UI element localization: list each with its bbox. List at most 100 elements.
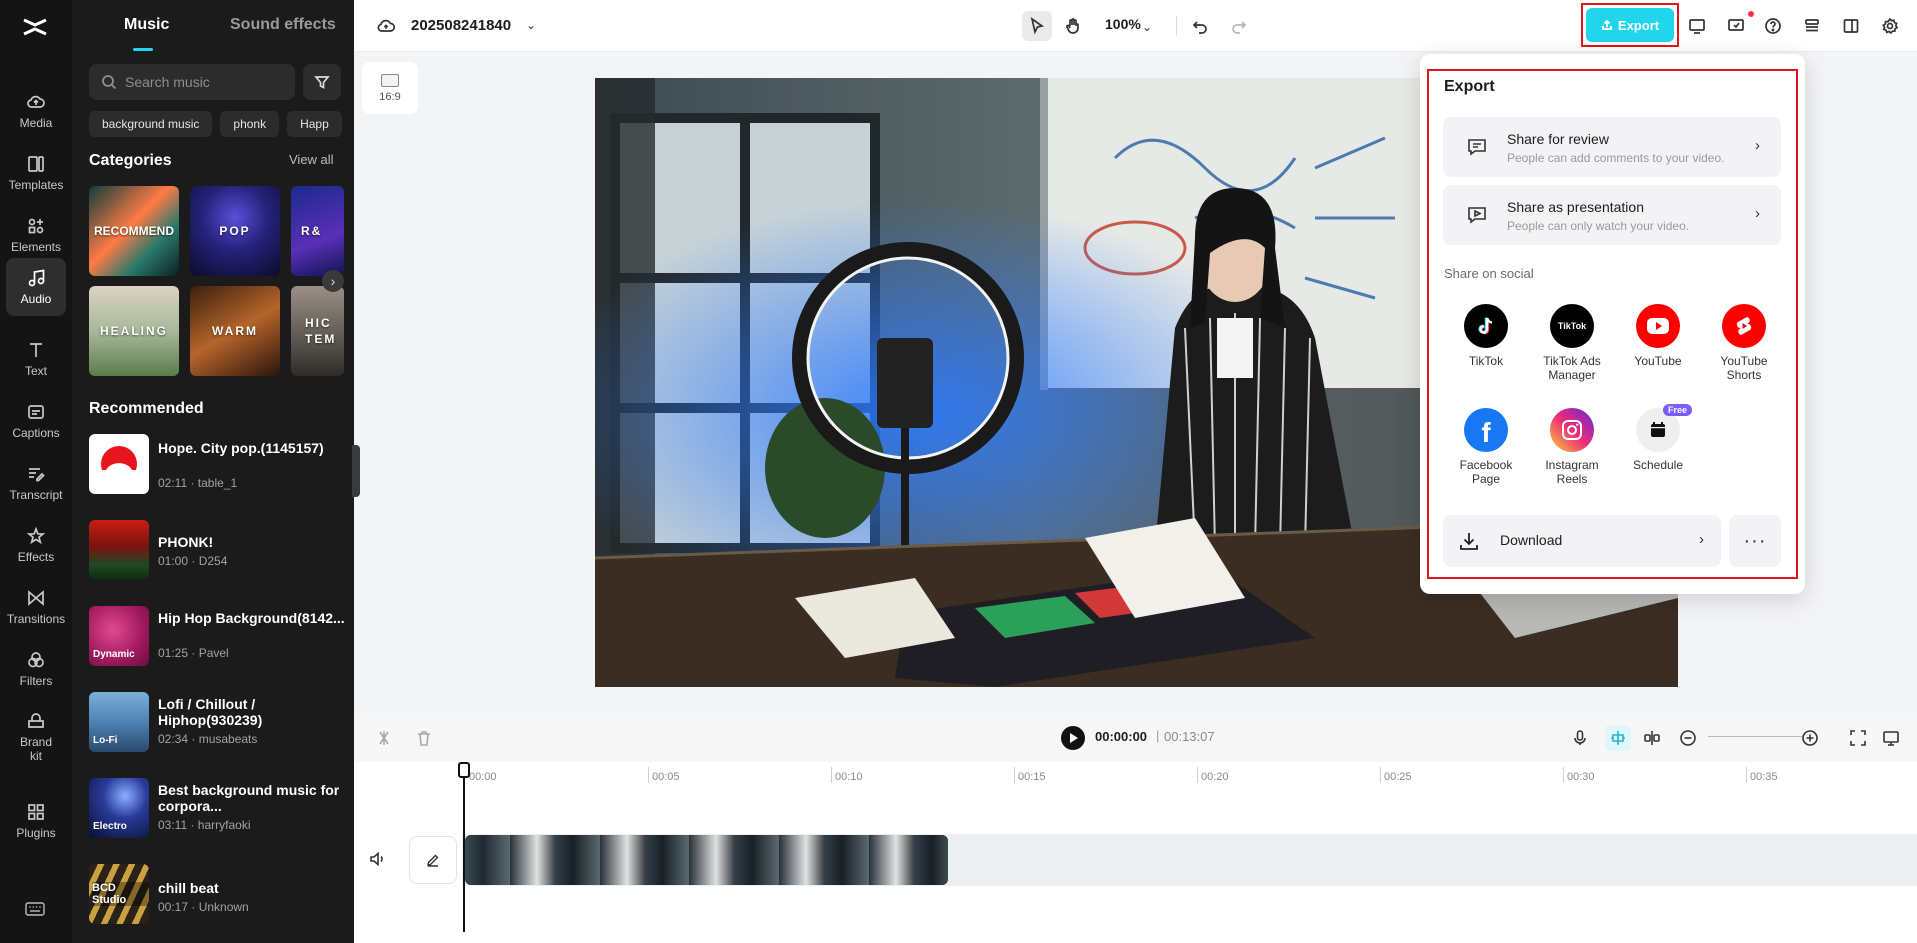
chevron-down-icon[interactable]: ⌄	[526, 18, 536, 32]
delete-button[interactable]	[413, 727, 435, 749]
feedback-button[interactable]	[1880, 727, 1902, 749]
aspect-ratio-button[interactable]: 16:9	[362, 62, 418, 114]
ruler-tick	[1746, 767, 1747, 783]
plugins-icon	[28, 804, 44, 820]
chip-background-music[interactable]: background music	[89, 111, 213, 137]
share-for-review-button[interactable]: Share for review People can add comments…	[1443, 117, 1781, 177]
track-item[interactable]: PHONK! 01:00 · D254	[89, 520, 349, 582]
ruler-tick	[648, 767, 649, 783]
category-warm[interactable]: WARM	[190, 286, 280, 376]
ruler-tick-label: 00:20	[1201, 771, 1229, 783]
zoom-out-button[interactable]	[1677, 727, 1699, 749]
more-options-button[interactable]: ···	[1729, 515, 1781, 567]
track-item[interactable]: Lo-Fi Lofi / Chillout / Hiphop(930239) 0…	[89, 692, 349, 754]
category-high-tempo[interactable]: HIC TEM	[291, 286, 344, 376]
category-healing[interactable]: HEALING	[89, 286, 179, 376]
share-youtube-button[interactable]: YouTube	[1618, 304, 1698, 368]
rail-item-transitions[interactable]: Transitions	[6, 578, 66, 636]
fullscreen-button[interactable]	[1847, 727, 1869, 749]
rail-item-label: Filters	[19, 674, 53, 688]
ruler-tick-label: 00:05	[652, 771, 680, 783]
layout-toggle-button[interactable]	[1839, 14, 1863, 38]
chip-phonk[interactable]: phonk	[220, 111, 280, 137]
track-item[interactable]: Electro Best background music for corpor…	[89, 778, 349, 840]
preview-device-button[interactable]	[1685, 14, 1709, 38]
filter-icon	[314, 76, 330, 89]
share-tiktok-ads-manager-button[interactable]: TikTok TikTok Ads Manager	[1532, 304, 1612, 382]
settings-button[interactable]	[1878, 14, 1902, 38]
hand-tool-button[interactable]	[1061, 14, 1085, 38]
undo-icon	[1192, 21, 1207, 34]
download-button[interactable]: Download ›	[1443, 515, 1721, 567]
comment-icon	[1468, 139, 1486, 156]
chip-happy[interactable]: Happ	[287, 111, 342, 137]
zoom-level[interactable]: 100%	[1105, 16, 1141, 32]
timeline-zoom-slider[interactable]	[1708, 736, 1802, 737]
share-facebook-page-button[interactable]: f Facebook Page	[1446, 408, 1526, 486]
record-voice-button[interactable]	[1569, 727, 1591, 749]
track-meta: 01:00 · D254	[158, 554, 228, 568]
project-name[interactable]: 202508241840	[411, 17, 511, 34]
more-dots-icon: ···	[1743, 529, 1767, 552]
video-clip[interactable]	[465, 835, 948, 885]
category-rnb[interactable]: R&	[291, 186, 344, 276]
chevron-right-icon: ›	[1699, 531, 1704, 548]
zoom-in-button[interactable]	[1799, 727, 1821, 749]
panel-collapse-handle[interactable]	[352, 445, 360, 497]
category-pop[interactable]: POP	[190, 186, 280, 276]
rail-item-plugins[interactable]: Plugins	[6, 792, 66, 850]
rail-item-captions[interactable]: Captions	[6, 392, 66, 450]
clip-frame	[554, 835, 600, 885]
rail-item-media[interactable]: Media	[6, 82, 66, 140]
rail-item-brand-kit[interactable]: Brand kit	[6, 702, 66, 772]
category-recommend[interactable]: RECOMMEND	[89, 186, 179, 276]
present-button[interactable]	[1724, 14, 1748, 38]
select-tool-button[interactable]	[1022, 11, 1052, 41]
ruler-tick	[1197, 767, 1198, 783]
share-instagram-reels-button[interactable]: Instagram Reels	[1532, 408, 1612, 486]
track-item[interactable]: Dynamic Hip Hop Background(8142... 01:25…	[89, 606, 349, 668]
auto-snap-button[interactable]	[1605, 725, 1631, 751]
undo-button[interactable]	[1188, 14, 1212, 38]
track-item[interactable]: Hope. City pop.(1145157) 02:11 · table_1	[89, 434, 349, 496]
track-title: Hope. City pop.(1145157)	[158, 440, 324, 456]
clip-frame	[779, 835, 825, 885]
cloud-sync-icon[interactable]	[376, 16, 396, 36]
volume-icon[interactable]	[368, 849, 388, 869]
schedule-button[interactable]: Schedule	[1618, 408, 1698, 472]
view-all-link[interactable]: View all	[289, 152, 334, 167]
categories-next-button[interactable]: ›	[322, 270, 344, 292]
split-scenes-button[interactable]	[1641, 727, 1663, 749]
gear-icon	[1882, 17, 1899, 35]
edit-cover-button[interactable]	[409, 836, 457, 884]
playhead[interactable]	[463, 770, 465, 932]
share-youtube-shorts-button[interactable]: YouTube Shorts	[1704, 304, 1784, 382]
split-button[interactable]	[373, 727, 395, 749]
rail-item-filters[interactable]: Filters	[6, 640, 66, 698]
play-button[interactable]	[1061, 726, 1085, 750]
tab-music[interactable]: Music	[124, 16, 169, 34]
rail-item-templates[interactable]: Templates	[6, 144, 66, 202]
timeline-ruler[interactable]	[354, 762, 1917, 788]
keyboard-shortcuts-icon[interactable]	[25, 902, 45, 916]
playhead-handle[interactable]	[458, 762, 470, 778]
share-as-presentation-button[interactable]: Share as presentation People can only wa…	[1443, 185, 1781, 245]
question-circle-icon	[1765, 18, 1781, 34]
track-item[interactable]: BCD Studio chill beat 00:17 · Unknown	[89, 864, 349, 926]
notification-dot	[1748, 11, 1754, 17]
ruler-tick-label: 00:00	[469, 771, 497, 783]
ruler-tick	[831, 767, 832, 783]
rail-item-transcript[interactable]: Transcript	[6, 454, 66, 512]
zoom-chevron-icon[interactable]: ⌄	[1140, 15, 1154, 39]
rail-item-effects[interactable]: Effects	[6, 516, 66, 574]
filter-button[interactable]	[303, 64, 341, 100]
tab-sound-effects[interactable]: Sound effects	[230, 16, 336, 34]
rail-item-elements[interactable]: Elements	[6, 206, 66, 264]
help-button[interactable]	[1761, 14, 1785, 38]
rail-item-text[interactable]: Text	[6, 330, 66, 388]
rail-item-audio[interactable]: Audio	[6, 258, 66, 316]
share-tiktok-button[interactable]: TikTok	[1446, 304, 1526, 368]
redo-button[interactable]	[1227, 14, 1251, 38]
stack-button[interactable]	[1800, 14, 1824, 38]
search-music-input[interactable]: Search music	[89, 64, 295, 100]
